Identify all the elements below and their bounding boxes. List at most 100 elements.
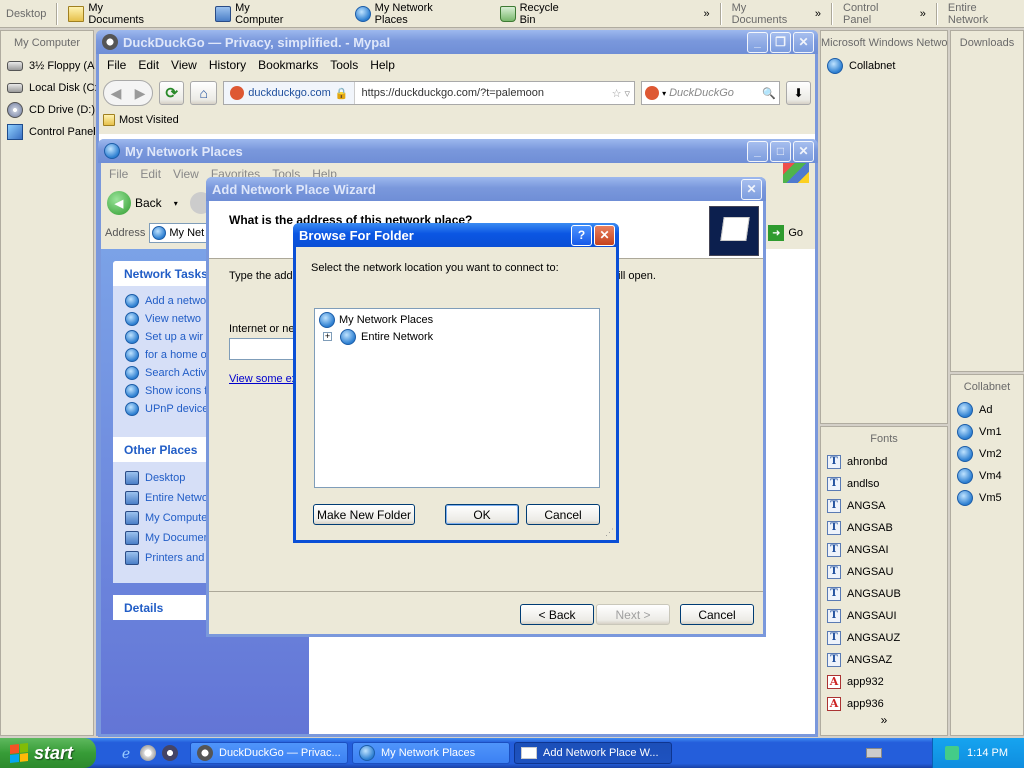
maximize-button[interactable]: ❐ — [770, 31, 791, 53]
cancel-button[interactable]: Cancel — [680, 604, 754, 625]
font-item[interactable]: T ANGSAI — [821, 539, 947, 561]
taskbar-item-wizard[interactable]: Add Network Place W... — [514, 742, 672, 764]
font-item[interactable]: T ANGSAB — [821, 517, 947, 539]
close-button[interactable]: ✕ — [741, 178, 762, 200]
font-item[interactable]: T ANGSA — [821, 495, 947, 517]
home-button[interactable]: ⌂ — [190, 81, 218, 105]
clock[interactable]: 1:14 PM — [967, 747, 1008, 759]
search-icon[interactable]: 🔍 — [762, 87, 776, 100]
download-button[interactable]: ⬇ — [785, 81, 812, 105]
toolbar-recycle-bin[interactable]: Recycle Bin — [494, 1, 582, 27]
go-button[interactable]: ➜ Go — [768, 225, 803, 241]
toolbar-my-documents[interactable]: My Documents — [62, 1, 165, 27]
font-item[interactable]: T ANGSAUZ — [821, 627, 947, 649]
control-panel-item[interactable]: Control Panel — [1, 121, 96, 143]
taskbar-item-browser[interactable]: DuckDuckGo — Privac... — [190, 742, 348, 764]
dropdown-icon[interactable]: ▾ — [174, 199, 178, 208]
folder-tree[interactable]: My Network Places + Entire Network — [314, 308, 600, 488]
font-item[interactable]: Aapp936 — [821, 693, 947, 715]
computer-item[interactable]: Vm2 — [951, 443, 1023, 465]
menu-item[interactable]: View — [165, 58, 203, 72]
dialog-titlebar[interactable]: Browse For Folder ? ✕ — [293, 223, 619, 247]
toolbar-control-panel[interactable]: Control Panel — [837, 1, 914, 27]
computer-item[interactable]: Vm5 — [951, 487, 1023, 509]
search-bar[interactable]: ▾ DuckDuckGo 🔍 — [641, 81, 780, 105]
media-player-icon[interactable] — [162, 745, 178, 761]
close-button[interactable]: ✕ — [793, 140, 814, 162]
tree-item-entire-network[interactable]: + Entire Network — [323, 328, 599, 345]
item-label: 3½ Floppy (A — [29, 60, 95, 72]
next-button[interactable]: Next > — [596, 604, 670, 625]
keyboard-icon[interactable] — [866, 748, 882, 758]
menu-item[interactable]: Tools — [324, 58, 364, 72]
site-identity[interactable]: duckduckgo.com 🔒 — [224, 82, 356, 104]
network-tray-icon[interactable] — [945, 746, 960, 760]
toolbar-chevron[interactable]: » — [809, 1, 827, 27]
menu-item[interactable]: View — [167, 167, 205, 181]
toolbar-my-computer[interactable]: My Computer — [209, 1, 305, 27]
menu-item[interactable]: History — [203, 58, 252, 72]
menu-item[interactable]: Edit — [134, 167, 167, 181]
back-button[interactable]: < Back — [520, 604, 594, 625]
font-item[interactable]: T ANGSAU — [821, 561, 947, 583]
bookmark-most-visited[interactable]: Most Visited — [119, 114, 179, 126]
lock-icon: 🔒 — [334, 87, 349, 100]
help-button[interactable]: ? — [571, 224, 592, 246]
menu-item[interactable]: File — [103, 167, 134, 181]
font-item[interactable]: T ANGSAUI — [821, 605, 947, 627]
close-button[interactable]: ✕ — [793, 31, 814, 53]
menu-item[interactable]: File — [101, 58, 132, 72]
back-label[interactable]: Back — [135, 196, 162, 210]
bookmark-star-icon[interactable]: ☆ ▿ — [612, 87, 634, 100]
font-item[interactable]: T ANGSAZ — [821, 649, 947, 671]
maximize-button[interactable]: □ — [770, 140, 791, 162]
minimize-button[interactable]: _ — [747, 140, 768, 162]
resize-grip-icon[interactable]: ⋰ — [605, 527, 614, 538]
toolbar-chevron[interactable]: » — [697, 1, 715, 27]
computer-item[interactable]: Vm4 — [951, 465, 1023, 487]
url-bar[interactable]: duckduckgo.com 🔒 https://duckduckgo.com/?… — [223, 81, 636, 105]
computer-item[interactable]: Vm1 — [951, 421, 1023, 443]
menu-item[interactable]: Edit — [132, 58, 165, 72]
browser-launch-icon[interactable] — [140, 745, 156, 761]
font-item[interactable]: Tandlso — [821, 473, 947, 495]
internet-explorer-icon[interactable]: ℯ — [118, 745, 134, 761]
taskbar-item-network-places[interactable]: My Network Places — [352, 742, 510, 764]
drive-cd[interactable]: CD Drive (D:) — [1, 99, 95, 121]
collabnet-item[interactable]: Collabnet — [821, 55, 947, 77]
menu-item[interactable]: Bookmarks — [252, 58, 324, 72]
toolbar-desktop[interactable]: Desktop — [0, 1, 52, 27]
examples-link[interactable]: View some ex — [229, 373, 297, 385]
toolbar-my-documents-2[interactable]: My Documents — [726, 1, 809, 27]
drive-local-disk[interactable]: Local Disk (C: — [1, 77, 97, 99]
cancel-button[interactable]: Cancel — [526, 504, 600, 525]
toolbar-my-network-places[interactable]: My Network Places — [349, 1, 472, 27]
make-new-folder-button[interactable]: Make New Folder — [313, 504, 415, 525]
item-label: CD Drive (D:) — [29, 104, 95, 116]
back-arrow-icon[interactable]: ◀ — [107, 191, 131, 215]
minimize-button[interactable]: _ — [747, 31, 768, 53]
drive-floppy[interactable]: 3½ Floppy (A — [1, 55, 95, 77]
browser-titlebar[interactable]: DuckDuckGo — Privacy, simplified. - Mypa… — [96, 30, 818, 54]
start-button[interactable]: start — [0, 738, 96, 768]
ok-button[interactable]: OK — [445, 504, 519, 525]
wizard-titlebar[interactable]: Add Network Place Wizard ✕ — [206, 177, 766, 201]
back-forward-button[interactable]: ◀ ▶ — [103, 80, 154, 106]
chevron-icon: » — [703, 7, 710, 20]
reload-button[interactable]: ⟳ — [159, 81, 185, 105]
toolbar-chevron[interactable]: » — [914, 1, 932, 27]
font-item[interactable]: Tahronbd — [821, 451, 947, 473]
font-item[interactable]: Aapp932 — [821, 671, 947, 693]
toolbar-entire-network[interactable]: Entire Network — [942, 1, 1024, 27]
expand-icon[interactable]: + — [323, 332, 332, 341]
fonts-more-chevron[interactable]: » — [821, 714, 947, 726]
tree-item-my-network-places[interactable]: My Network Places — [319, 311, 599, 328]
toolbar-label: Recycle Bin — [519, 1, 559, 26]
font-item[interactable]: T ANGSAUB — [821, 583, 947, 605]
computer-item[interactable]: Ad — [951, 399, 1023, 421]
menu-item[interactable]: Help — [364, 58, 401, 72]
explorer-titlebar[interactable]: My Network Places _ □ ✕ — [98, 139, 818, 163]
opentype-font-icon: A — [827, 697, 841, 711]
close-button[interactable]: ✕ — [594, 224, 615, 246]
address-field[interactable]: My Net — [149, 223, 208, 243]
